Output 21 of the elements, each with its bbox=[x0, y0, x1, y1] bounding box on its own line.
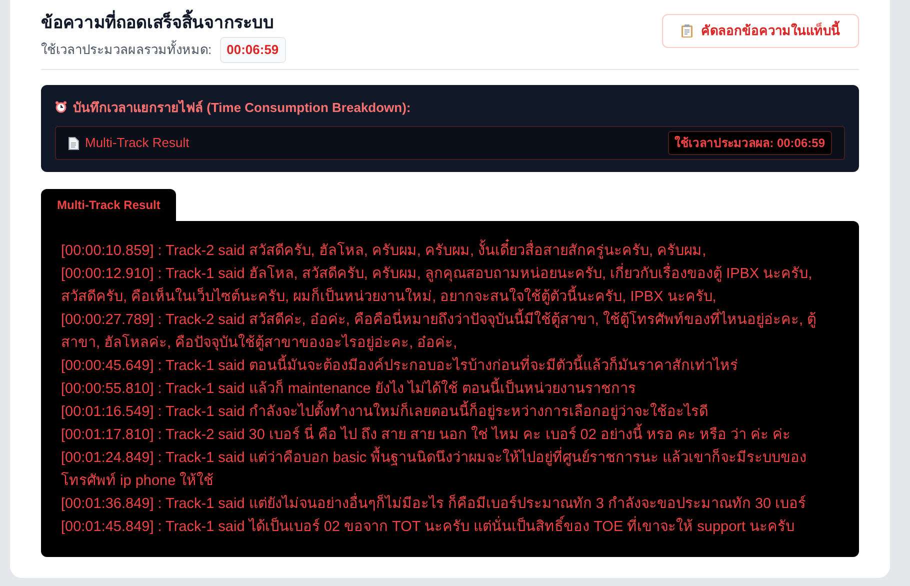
transcript-line: [00:01:17.810] : Track-2 said 30 เบอร์ นี่ คือ ไป ถึง สาย สาย นอก ใช่ ไหม คะ เบอร์ 02 อย่างนี้ หรอ คะ หรือ ว่า ค่ะ ค่ะ bbox=[61, 424, 839, 447]
clipboard-icon bbox=[681, 24, 693, 38]
document-icon bbox=[68, 136, 79, 150]
transcript-line: [00:00:12.910] : Track-1 said ฮัลโหล, สวัสดีครับ, ครับผม, ลูกคุณสอบถามหน่อยนะครับ, เกี่ยวกับเรื่องของตู้ IPBX นะครับ, สวัสดีครับ, คือเห็นในเว็บไซต์นะครับ, ผมก็เป็นหน่วยงานใหม่, อยากจะสนใจใช้ตู้ตัวนี้นะครับ, IPBX นะครับ, bbox=[61, 263, 839, 309]
transcript-line: [00:00:45.649] : Track-1 said ตอนนี้มันจะต้องมีองค์ประกอบอะไรบ้างก่อนที่จะมีตัวนี้แล้วก็มันราคาสักเท่าไหร่ bbox=[61, 355, 839, 378]
transcript-line: [00:01:24.849] : Track-1 said แต่ว่าคือบอก basic พื้นฐานนิดนึงว่าผมจะให้ไปอยู่ที่ศูนย์ราชการนะ แล้วเขาก็จะมีระบบของโทรศัพท์ ip phone ให้ใช้ bbox=[61, 447, 839, 493]
transcript-line: [00:00:55.810] : Track-1 said แล้วก็ maintenance ยังไง ไม่ได้ใช้ ตอนนี้เป็นหน่วยงานราชการ bbox=[61, 378, 839, 401]
file-time-badge: ใช้เวลาประมวลผล: 00:06:59 bbox=[668, 131, 832, 155]
transcript-line: [00:01:36.849] : Track-1 said แต่ยังไม่จนอย่างอื่นๆก็ไม่มีอะไร ก็คือมีเบอร์ประมาณทัก 3 กำลังจะขอประมาณทัก 30 เบอร์ bbox=[61, 493, 839, 516]
transcript-line: [00:00:27.789] : Track-2 said สวัสดีค่ะ, อ๋อค่ะ, คือคือนี่หมายถึงว่าปัจจุบันนี้มีใช้ตู้สาขา, ใช้ตู้โทรศัพท์ของที่ไหนอยู่อ่ะคะ, ตู้สาขา, ฮัลโหลค่ะ, คือปัจจุบันใช้ตู้สาขาของอะไรอยู่อ่ะคะ, อ๋อค่ะ, bbox=[61, 309, 839, 355]
transcript-line: [00:01:45.849] : Track-1 said ได้เป็นเบอร์ 02 ขอจาก TOT นะครับ แต่นั่นเป็นสิทธิ์ของ TOE ที่เขาจะให้ support นะครับ bbox=[61, 516, 839, 539]
copy-button[interactable]: คัดลอกข้อความในแท็บนี้ bbox=[662, 14, 859, 48]
total-time-label: ใช้เวลาประมวลผลรวมทั้งหมด: bbox=[41, 40, 212, 59]
page-title: ข้อความที่ถอดเสร็จสิ้นจากระบบ bbox=[41, 12, 286, 34]
tab[interactable]: Multi-Track Result bbox=[41, 189, 176, 221]
alarm-clock-icon bbox=[55, 101, 67, 114]
total-time-badge: 00:06:59 bbox=[220, 37, 286, 62]
file-name: Multi-Track Result bbox=[85, 134, 190, 152]
transcript-line: [00:01:16.549] : Track-1 said กำลังจะไปตั้งทำงานใหม่ก็เลยตอนนี้ก็อยู่ระหว่างการเลือกอยู่ว่าจะใช้อะไรดี bbox=[61, 401, 839, 424]
breakdown-title: บันทึกเวลาแยกรายไฟล์ (Time Consumption Breakdown): bbox=[73, 98, 411, 117]
transcript-line: [00:00:10.859] : Track-2 said สวัสดีครับ, ฮัลโหล, ครับผม, ครับผม, งั้นเดี๋ยวสื่อสายสักครู่นะครับ, ครับผม, bbox=[61, 240, 839, 263]
